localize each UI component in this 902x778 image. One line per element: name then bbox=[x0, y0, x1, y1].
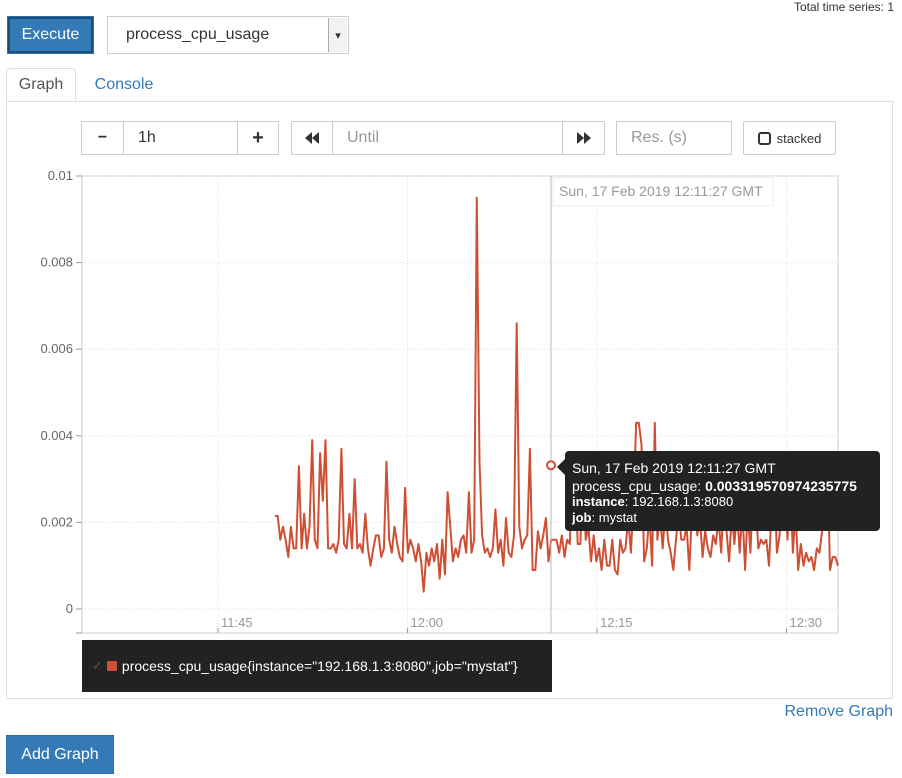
tooltip-metric-label: process_cpu_usage: bbox=[572, 478, 702, 494]
tooltip-job-label: job bbox=[572, 510, 592, 525]
add-graph-button[interactable]: Add Graph bbox=[6, 735, 114, 774]
forward-icon bbox=[576, 132, 591, 144]
tooltip-value-row: process_cpu_usage: 0.003319570974235775 bbox=[572, 478, 873, 494]
range-decrease-button[interactable]: − bbox=[81, 121, 124, 155]
tooltip-value: 0.003319570974235775 bbox=[705, 478, 857, 494]
chevron-down-icon[interactable]: ▾ bbox=[328, 18, 347, 52]
until-back-button[interactable] bbox=[291, 121, 333, 155]
tooltip-time: Sun, 17 Feb 2019 12:11:27 GMT bbox=[572, 460, 776, 476]
execute-button[interactable]: Execute bbox=[7, 16, 94, 54]
tab-graph[interactable]: Graph bbox=[6, 68, 76, 101]
tooltip-arrow bbox=[557, 459, 565, 475]
tooltip-job-value: mystat bbox=[598, 510, 638, 525]
chart-legend[interactable]: ✓ process_cpu_usage{instance="192.168.1.… bbox=[82, 640, 552, 692]
stacked-checkbox-icon bbox=[757, 131, 771, 145]
tooltip-job-row: job: mystat bbox=[572, 510, 638, 525]
until-forward-button[interactable] bbox=[562, 121, 605, 155]
hover-tooltip: Sun, 17 Feb 2019 12:11:27 GMT process_cp… bbox=[557, 451, 880, 531]
tab-console[interactable]: Console bbox=[86, 68, 162, 101]
check-icon: ✓ bbox=[92, 658, 103, 673]
metric-select-value: process_cpu_usage bbox=[126, 26, 270, 43]
range-increase-button[interactable]: + bbox=[237, 121, 279, 155]
remove-graph-link[interactable]: Remove Graph bbox=[785, 703, 894, 721]
total-series-count: Total time series: 1 bbox=[793, 0, 894, 14]
graph-panel bbox=[6, 101, 893, 699]
stacked-toggle[interactable]: stacked bbox=[743, 121, 836, 155]
resolution-input[interactable]: Res. (s) bbox=[616, 121, 732, 155]
tooltip-instance-label: instance bbox=[572, 494, 625, 509]
metric-select[interactable]: process_cpu_usage ▾ bbox=[107, 16, 349, 54]
legend-series-label: process_cpu_usage{instance="192.168.1.3:… bbox=[121, 658, 518, 674]
tab-bar: Graph Console bbox=[6, 68, 894, 102]
until-input[interactable]: Until bbox=[332, 121, 563, 155]
stacked-label: stacked bbox=[776, 130, 822, 146]
backward-icon bbox=[305, 132, 319, 144]
tooltip-instance-row: instance: 192.168.1.3:8080 bbox=[572, 494, 734, 509]
series-color-swatch bbox=[106, 661, 117, 671]
range-input[interactable]: 1h bbox=[123, 121, 238, 155]
tooltip-instance-value: 192.168.1.3:8080 bbox=[631, 494, 734, 509]
